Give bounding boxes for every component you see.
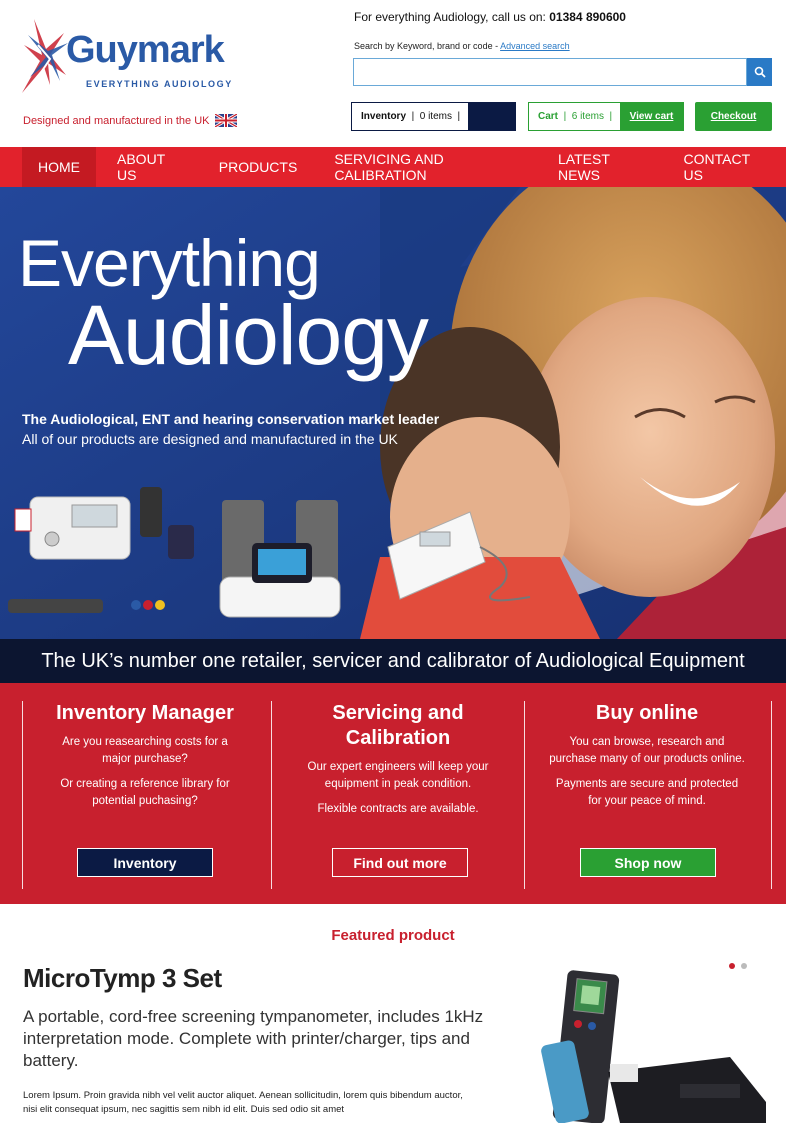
hero-subtitle: All of our products are designed and man… bbox=[22, 431, 398, 447]
microtymp-product-image[interactable] bbox=[530, 962, 770, 1123]
inventory-label: Inventory bbox=[361, 111, 407, 122]
featured-product-title[interactable]: MicroTymp 3 Set bbox=[23, 963, 222, 994]
promo-inventory-text-1: Are you reasearching costs for a major p… bbox=[62, 736, 228, 765]
search-input[interactable] bbox=[353, 58, 747, 86]
find-out-more-button[interactable]: Find out more bbox=[332, 848, 468, 877]
nav-item-servicing[interactable]: SERVICING AND CALIBRATION bbox=[318, 147, 537, 187]
view-cart-button[interactable]: View cart bbox=[620, 103, 683, 130]
made-in-uk: Designed and manufactured in the UK bbox=[23, 114, 237, 127]
nav-item-home[interactable]: HOME bbox=[22, 147, 96, 187]
phone-info: For everything Audiology, call us on: 01… bbox=[354, 10, 626, 24]
guymark-logo[interactable]: Guymark EVERYTHING AUDIOLOGY bbox=[20, 15, 235, 100]
promo-divider bbox=[271, 701, 272, 889]
nav-item-about[interactable]: ABOUT US bbox=[101, 147, 198, 187]
checkout-button[interactable]: Checkout bbox=[695, 102, 772, 131]
promo-buy-text-2: Payments are secure and protected for yo… bbox=[555, 778, 739, 807]
inventory-promo-button[interactable]: Inventory bbox=[77, 848, 213, 877]
made-in-uk-text: Designed and manufactured in the UK bbox=[23, 114, 210, 127]
advanced-search-link[interactable]: Advanced search bbox=[500, 41, 570, 51]
cart-summary[interactable]: Cart | 6 items | View cart bbox=[528, 102, 684, 131]
featured-product-description: A portable, cord-free screening tympanom… bbox=[23, 1007, 484, 1070]
cart-label: Cart bbox=[538, 111, 559, 122]
phone-prefix: For everything Audiology, call us on: bbox=[354, 10, 546, 24]
site-header: Guymark EVERYTHING AUDIOLOGY Designed an… bbox=[0, 0, 786, 147]
logo-wordmark: Guymark bbox=[66, 29, 225, 71]
hero-heading-line2: Audiology bbox=[68, 288, 429, 382]
promo-divider bbox=[524, 701, 525, 889]
featured-product-label: Featured product bbox=[331, 927, 455, 944]
promo-divider bbox=[22, 701, 23, 889]
promo-servicing-text-1: Our expert engineers will keep your equi… bbox=[307, 761, 489, 790]
promo-servicing-text-2: Flexible contracts are available. bbox=[317, 803, 479, 815]
promo-servicing-title: Servicing and Calibration bbox=[332, 702, 464, 749]
search-label: Search by Keyword, brand or code - Advan… bbox=[354, 41, 570, 51]
shop-now-button[interactable]: Shop now bbox=[580, 848, 716, 877]
featured-product-body: Lorem Ipsum. Proin gravida nibh vel veli… bbox=[23, 1090, 463, 1115]
promo-divider bbox=[771, 701, 772, 889]
uk-flag-icon bbox=[214, 114, 237, 127]
nav-item-contact[interactable]: CONTACT US bbox=[668, 147, 781, 187]
inventory-summary[interactable]: Inventory | 0 items | bbox=[351, 102, 516, 131]
search-icon bbox=[754, 66, 766, 78]
nav-item-products[interactable]: PRODUCTS bbox=[203, 147, 314, 187]
promo-section: Inventory Manager Are you reasearching c… bbox=[0, 683, 786, 904]
cart-summary-text: Cart | 6 items | bbox=[538, 111, 613, 122]
hero-strapline: The UK’s number one retailer, servicer a… bbox=[41, 649, 745, 672]
promo-buy-title: Buy online bbox=[595, 702, 699, 724]
promo-inventory-text-2: Or creating a reference library for pote… bbox=[60, 778, 230, 807]
promo-inventory-title: Inventory Manager bbox=[56, 702, 234, 724]
search-button[interactable] bbox=[747, 58, 772, 86]
hero-subtitle-bold: The Audiological, ENT and hearing conser… bbox=[22, 411, 440, 427]
inventory-count: 0 items bbox=[419, 111, 452, 122]
hero-banner[interactable]: Everything Audiology The Audiological, E… bbox=[0, 187, 786, 683]
cart-count: 6 items bbox=[571, 111, 604, 122]
phone-number[interactable]: 01384 890600 bbox=[549, 10, 626, 24]
search-label-text: Search by Keyword, brand or code - bbox=[354, 41, 499, 51]
hero-strapline-band: The UK’s number one retailer, servicer a… bbox=[0, 639, 786, 683]
main-nav: HOME ABOUT US PRODUCTS SERVICING AND CAL… bbox=[0, 147, 786, 187]
nav-item-news[interactable]: LATEST NEWS bbox=[542, 147, 663, 187]
logo-tagline: EVERYTHING AUDIOLOGY bbox=[86, 79, 233, 89]
inventory-button[interactable] bbox=[468, 103, 515, 130]
promo-buy-text-1: You can browse, research and purchase ma… bbox=[549, 736, 745, 765]
inventory-summary-text: Inventory | 0 items | bbox=[361, 111, 461, 122]
